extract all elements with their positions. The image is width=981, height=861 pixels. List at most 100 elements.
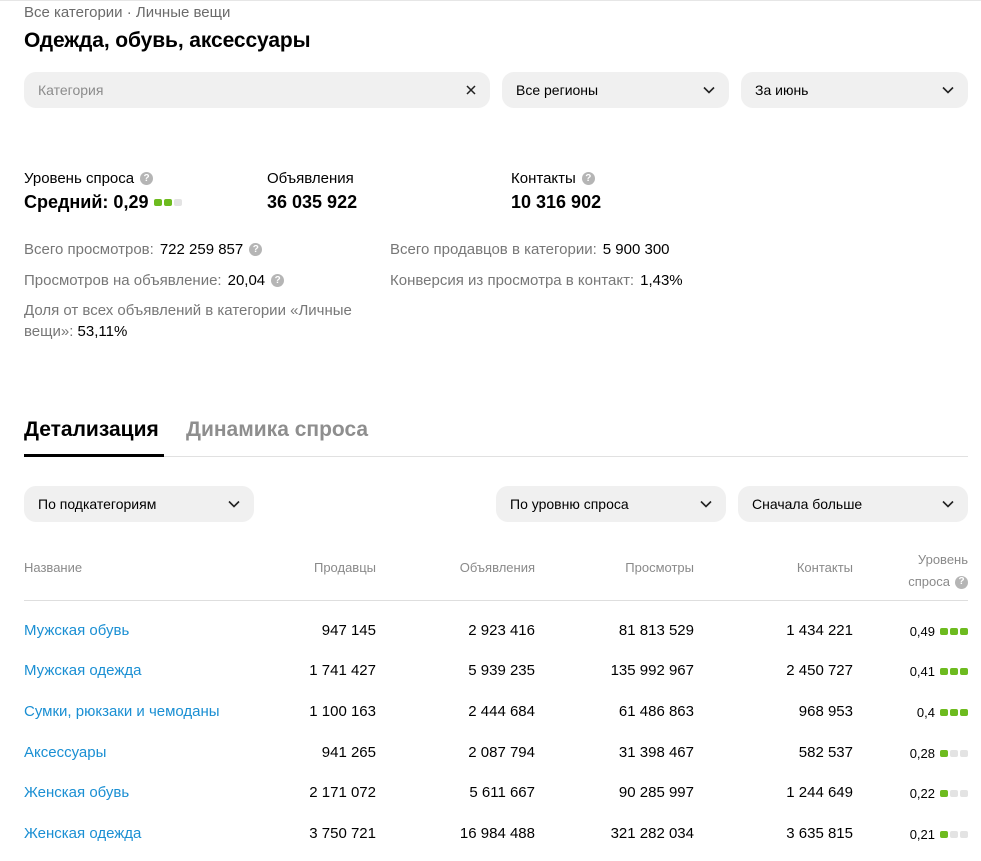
subcategory-link[interactable]: Мужская одежда [24, 662, 141, 679]
clear-icon[interactable] [466, 85, 476, 95]
ads-cell: 16 984 488 [459, 825, 535, 842]
contacts-cell: 3 635 815 [786, 825, 853, 842]
demand-level-indicator [940, 709, 968, 716]
category-input[interactable]: Категория [24, 72, 490, 108]
top-border [0, 0, 981, 1]
level-dot [940, 750, 948, 757]
total-views-value: 722 259 857 [159, 241, 244, 258]
subcategory-link[interactable]: Аксессуары [24, 744, 106, 761]
demand-level-cell: 0,4 [868, 705, 968, 720]
demand-level-cell: 0,28 [868, 746, 968, 761]
conversion-label: Конверсия из просмотра в контакт: [390, 272, 635, 289]
sort-by-select[interactable]: По уровню спроса [496, 486, 726, 522]
level-dot [950, 790, 958, 797]
category-placeholder: Категория [38, 82, 104, 98]
ads-cell: 2 087 794 [468, 744, 535, 761]
ads-cell: 2 444 684 [468, 703, 535, 720]
demand-level-indicator [940, 628, 968, 635]
sellers-cell: 1 741 427 [309, 662, 376, 679]
column-header-contacts[interactable]: Контакты [733, 560, 853, 575]
level-dot [940, 668, 948, 675]
level-dot [940, 790, 948, 797]
sellers-cell: 3 750 721 [309, 825, 376, 842]
period-select[interactable]: За июнь [741, 72, 968, 108]
level-dot [174, 199, 183, 206]
conversion: Конверсия из просмотра в контакт: 1,43% [390, 272, 683, 289]
demand-level-indicator [940, 790, 968, 797]
level-dot [960, 750, 968, 757]
demand-level-label: Уровень спроса ? [24, 170, 154, 187]
tab-details[interactable]: Детализация [24, 418, 159, 442]
level-dot [940, 831, 948, 838]
column-header-level-line1: Уровень [917, 552, 968, 567]
region-select[interactable]: Все регионы [502, 72, 729, 108]
total-views-label: Всего просмотров: [24, 241, 154, 258]
chevron-down-icon [942, 86, 954, 94]
contacts-cell: 1 434 221 [786, 622, 853, 639]
region-value: Все регионы [516, 82, 599, 98]
ads-cell: 5 611 667 [469, 784, 535, 801]
group-by-select[interactable]: По подкатегориям [24, 486, 254, 522]
demand-level-indicator [154, 199, 183, 206]
column-header-ads[interactable]: Объявления [415, 560, 535, 575]
demand-level-indicator [940, 831, 968, 838]
help-icon[interactable]: ? [140, 172, 154, 185]
subcategory-link[interactable]: Сумки, рюкзаки и чемоданы [24, 703, 220, 720]
chevron-down-icon [703, 86, 715, 94]
tab-demand-dynamics[interactable]: Динамика спроса [186, 418, 368, 442]
help-icon[interactable]: ? [271, 274, 285, 287]
contacts-cell: 2 450 727 [786, 662, 853, 679]
ads-cell: 5 939 235 [468, 662, 535, 679]
chevron-down-icon [700, 500, 712, 508]
order-select[interactable]: Сначала больше [738, 486, 968, 522]
demand-level-cell: 0,41 [868, 664, 968, 679]
contacts-cell: 582 537 [798, 744, 853, 761]
demand-level-value: 0,22 [909, 786, 935, 801]
level-dot [950, 831, 958, 838]
contacts-cell: 1 244 649 [786, 784, 853, 801]
level-dot [960, 709, 968, 716]
demand-level-label-text: Уровень спроса [24, 170, 135, 187]
demand-level-indicator [940, 750, 968, 757]
period-value: За июнь [755, 82, 809, 98]
demand-level-cell: 0,22 [868, 786, 968, 801]
sellers-cell: 947 145 [321, 622, 376, 639]
views-cell: 321 282 034 [610, 825, 694, 842]
page-title: Одежда, обувь, аксессуары [24, 29, 311, 52]
total-sellers-value: 5 900 300 [602, 241, 670, 258]
help-icon[interactable]: ? [249, 243, 263, 256]
sort-by-value: По уровню спроса [510, 496, 629, 512]
breadcrumb[interactable]: Все категории · Личные вещи [24, 4, 230, 21]
demand-level-cell: 0,21 [868, 827, 968, 842]
views-per-ad: Просмотров на объявление: 20,04 ? [24, 272, 285, 289]
category-share-label: Доля от всех объявлений в категории «Лич… [24, 302, 352, 340]
help-icon[interactable]: ? [955, 575, 968, 589]
subcategory-link[interactable]: Женская одежда [24, 825, 141, 842]
subcategory-link[interactable]: Мужская обувь [24, 622, 129, 639]
demand-level-value: 0,49 [909, 624, 935, 639]
chevron-down-icon [942, 500, 954, 508]
demand-level-value-text: Средний: 0,29 [24, 192, 149, 212]
level-dot [940, 628, 948, 635]
help-icon[interactable]: ? [581, 172, 595, 185]
views-cell: 61 486 863 [618, 703, 694, 720]
subcategory-link[interactable]: Женская обувь [24, 784, 129, 801]
level-dot [950, 709, 958, 716]
sellers-cell: 941 265 [321, 744, 376, 761]
column-header-level[interactable]: Уровень спроса ? [868, 549, 968, 593]
sellers-cell: 1 100 163 [309, 703, 376, 720]
views-cell: 81 813 529 [618, 622, 694, 639]
total-sellers-label: Всего продавцов в категории: [390, 241, 597, 258]
level-dot [950, 668, 958, 675]
level-dot [164, 199, 173, 206]
column-header-views[interactable]: Просмотры [574, 560, 694, 575]
column-header-level-line2: спроса [908, 574, 950, 589]
table-header-divider [24, 600, 968, 601]
conversion-value: 1,43% [640, 272, 683, 289]
ads-value: 36 035 922 [267, 192, 358, 212]
tabs-divider [24, 456, 968, 457]
level-dot [950, 628, 958, 635]
demand-level-value: 0,4 [916, 705, 935, 720]
column-header-sellers[interactable]: Продавцы [256, 560, 376, 575]
demand-level-value: Средний: 0,29 [24, 192, 183, 213]
